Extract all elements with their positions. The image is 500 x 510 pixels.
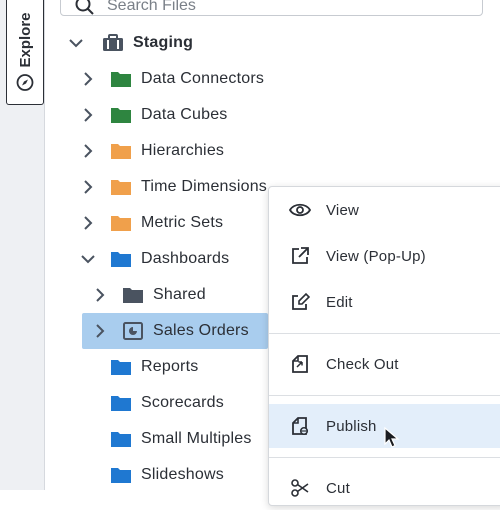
menu-item-label: Check Out bbox=[326, 355, 399, 373]
tree-item-data-cubes[interactable]: Data Cubes bbox=[80, 100, 228, 130]
folder-icon bbox=[110, 466, 132, 484]
mouse-cursor-icon bbox=[384, 427, 400, 448]
tree-item-label: Scorecards bbox=[141, 394, 224, 411]
folder-icon bbox=[110, 142, 132, 160]
tree-item-label: Slideshows bbox=[141, 466, 224, 483]
chevron-right-icon[interactable] bbox=[92, 323, 108, 339]
tree-item-data-connectors[interactable]: Data Connectors bbox=[80, 64, 264, 94]
tree-root-staging[interactable]: Staging bbox=[68, 28, 193, 58]
chevron-right-icon[interactable] bbox=[80, 143, 96, 159]
folder-icon bbox=[110, 70, 132, 88]
publish-icon bbox=[289, 415, 311, 437]
explore-tab-label: Explore bbox=[16, 12, 34, 68]
folder-icon bbox=[110, 358, 132, 376]
folder-icon bbox=[110, 214, 132, 232]
tree-item-metric-sets[interactable]: Metric Sets bbox=[80, 208, 223, 238]
tree-item-label: Dashboards bbox=[141, 250, 230, 267]
menu-item-edit[interactable]: Edit bbox=[269, 280, 500, 324]
folder-icon bbox=[110, 394, 132, 412]
folder-icon bbox=[110, 178, 132, 196]
tree-item-label: Small Multiples bbox=[141, 430, 252, 447]
menu-item-label: View (Pop-Up) bbox=[326, 247, 426, 265]
chevron-down-icon[interactable] bbox=[80, 251, 96, 267]
tree-item-hierarchies[interactable]: Hierarchies bbox=[80, 136, 224, 166]
menu-divider bbox=[269, 457, 500, 458]
scissors-icon bbox=[289, 477, 311, 499]
tree-item-slideshows[interactable]: Slideshows bbox=[80, 460, 224, 490]
tree-item-label: Metric Sets bbox=[141, 214, 224, 231]
menu-item-label: Publish bbox=[326, 417, 377, 435]
menu-item-label: View bbox=[326, 201, 360, 219]
briefcase-icon bbox=[102, 34, 124, 52]
external-link-icon bbox=[289, 245, 311, 267]
folder-icon bbox=[122, 286, 144, 304]
chevron-right-icon[interactable] bbox=[80, 71, 96, 87]
tree-item-label: Hierarchies bbox=[141, 142, 225, 159]
edit-icon bbox=[289, 291, 311, 313]
chevron-down-icon[interactable] bbox=[68, 35, 84, 51]
folder-icon bbox=[110, 430, 132, 448]
explore-tab[interactable]: Explore bbox=[6, 0, 44, 105]
tree-root-label: Staging bbox=[133, 34, 194, 51]
check-out-icon bbox=[289, 353, 311, 375]
tree-item-label: Data Cubes bbox=[141, 106, 228, 123]
tree-item-shared[interactable]: Shared bbox=[92, 280, 206, 310]
menu-divider bbox=[269, 333, 500, 334]
menu-item-label: Edit bbox=[326, 293, 353, 311]
menu-item-label: Cut bbox=[326, 479, 350, 497]
context-menu: View View (Pop-Up) Edit Check Out Publis… bbox=[268, 186, 500, 506]
folder-icon bbox=[110, 106, 132, 124]
tree-item-label: Sales Orders bbox=[153, 322, 249, 339]
tree-item-dashboards[interactable]: Dashboards bbox=[80, 244, 229, 274]
tree-item-reports[interactable]: Reports bbox=[80, 352, 198, 382]
tree-item-label: Data Connectors bbox=[141, 70, 265, 87]
tree-item-label: Time Dimensions bbox=[141, 178, 267, 195]
tree-item-label: Shared bbox=[153, 286, 206, 303]
tree-item-scorecards[interactable]: Scorecards bbox=[80, 388, 224, 418]
chevron-right-icon[interactable] bbox=[80, 215, 96, 231]
chevron-right-icon[interactable] bbox=[80, 179, 96, 195]
search-box bbox=[60, 0, 483, 16]
menu-item-check-out[interactable]: Check Out bbox=[269, 342, 500, 386]
tree-item-label: Reports bbox=[141, 358, 199, 375]
chevron-right-icon[interactable] bbox=[92, 287, 108, 303]
folder-open-icon bbox=[110, 250, 132, 268]
menu-item-cut[interactable]: Cut bbox=[269, 466, 500, 510]
dashboard-icon bbox=[122, 322, 144, 340]
search-input[interactable] bbox=[105, 0, 469, 16]
menu-item-view-popup[interactable]: View (Pop-Up) bbox=[269, 234, 500, 278]
tree-item-time-dimensions[interactable]: Time Dimensions bbox=[80, 172, 267, 202]
search-icon bbox=[75, 0, 94, 15]
compass-icon bbox=[16, 74, 34, 91]
menu-divider bbox=[269, 395, 500, 396]
menu-item-view[interactable]: View bbox=[269, 188, 500, 232]
eye-icon bbox=[289, 199, 311, 221]
tree-item-sales-orders[interactable]: Sales Orders bbox=[92, 316, 249, 346]
chevron-right-icon[interactable] bbox=[80, 107, 96, 123]
tree-item-small-multiples[interactable]: Small Multiples bbox=[80, 424, 252, 454]
left-rail: Explore bbox=[0, 0, 45, 490]
